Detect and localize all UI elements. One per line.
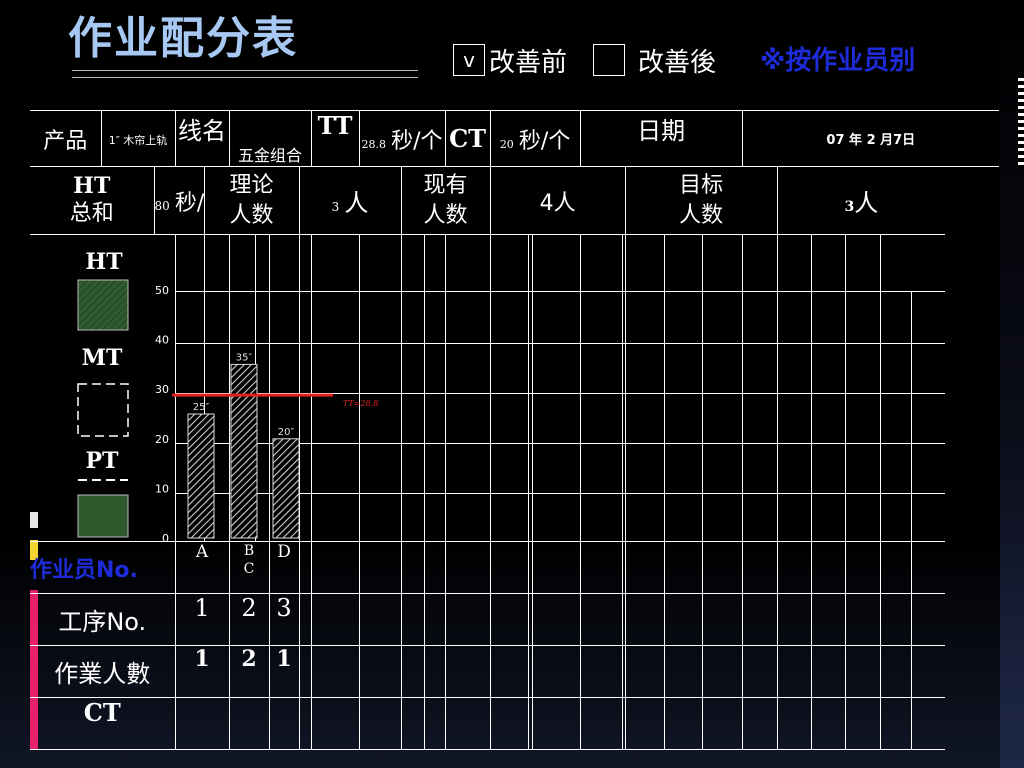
bar-BC <box>230 363 258 539</box>
chart-legend: HT MT PT <box>77 249 129 538</box>
y-tick-label: 30 <box>155 383 169 396</box>
y-tick-label: 50 <box>155 284 169 297</box>
y-tick-label: 20 <box>155 433 169 446</box>
y-tick-label: 0 <box>162 532 169 545</box>
bar-D <box>272 438 300 539</box>
legend-ht-label: HT <box>85 249 123 275</box>
bar-A <box>187 413 215 539</box>
legend-pt-swatch <box>77 494 129 538</box>
chart-y-axis: 0 10 20 30 40 50 <box>155 284 169 545</box>
y-tick-label: 10 <box>155 482 169 495</box>
tt-reference-label: TT=28.8 <box>343 399 378 408</box>
bar-data-label: 25″ <box>193 402 210 413</box>
chart-bars: 25″ 35″ 20″ <box>187 352 300 539</box>
legend-ht-swatch <box>77 279 129 331</box>
chart-overlay: HT MT PT 0 10 20 30 40 50 25″ 35″ 20″ TT=28.8 <box>77 249 378 545</box>
y-tick-label: 40 <box>155 334 169 347</box>
legend-mt-label: MT <box>82 345 123 371</box>
legend-pt-label: PT <box>86 448 120 474</box>
bar-data-label: 20″ <box>278 427 295 438</box>
legend-mt-swatch <box>77 383 129 437</box>
bar-data-label: 35″ <box>236 352 253 363</box>
